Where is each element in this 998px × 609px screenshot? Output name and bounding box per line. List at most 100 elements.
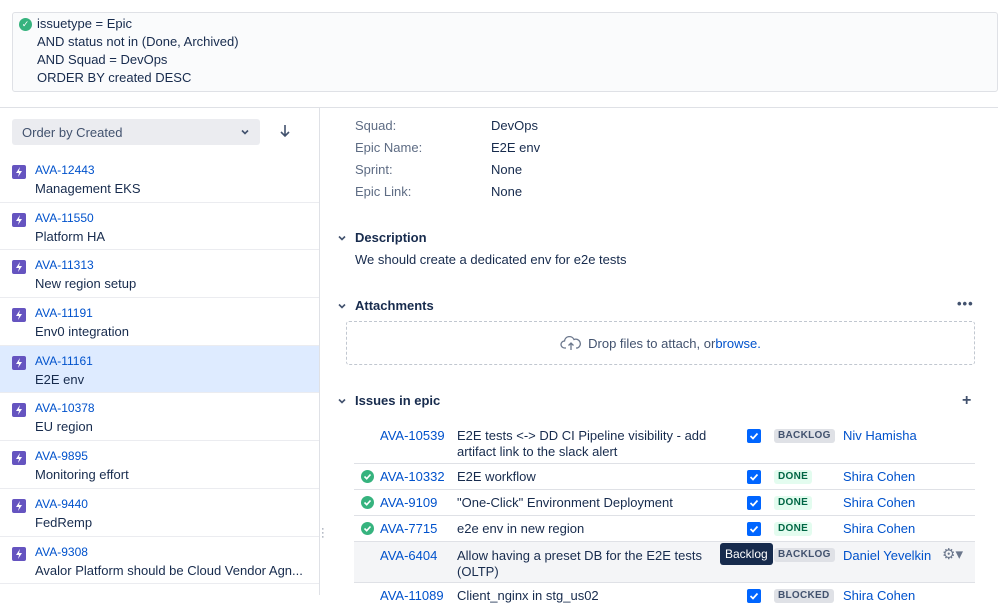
issue-summary: EU region: [35, 419, 93, 435]
issue-list-panel: Order by Created AVA-12443 Management EK…: [0, 108, 320, 595]
status-badge[interactable]: BACKLOG: [774, 429, 835, 443]
assignee-link[interactable]: Shira Cohen: [843, 469, 915, 484]
list-item[interactable]: AVA-9895 Monitoring effort: [0, 441, 319, 489]
issue-key: AVA-9308: [35, 544, 88, 559]
field-value[interactable]: None: [491, 162, 522, 177]
issue-summary: FedRemp: [35, 514, 93, 530]
add-child-issue-button[interactable]: +: [962, 393, 971, 409]
list-item-selected[interactable]: AVA-11161 E2E env: [0, 345, 319, 394]
issue-key: AVA-9440: [35, 496, 88, 511]
table-row[interactable]: AVA-11089 Client_nginx in stg_us02 BLOCK…: [354, 583, 975, 609]
epic-icon: [12, 498, 26, 513]
issue-key[interactable]: AVA-11089: [380, 588, 444, 603]
done-check-icon: [361, 522, 374, 535]
chevron-down-icon: [338, 303, 346, 309]
field-label: Squad:: [355, 118, 397, 133]
assignee-link[interactable]: Shira Cohen: [843, 495, 915, 510]
arrow-down-icon[interactable]: [278, 123, 292, 139]
section-title: Issues in epic: [355, 393, 441, 408]
description-header[interactable]: Description: [337, 230, 427, 245]
jql-query-box[interactable]: ✓ issuetype = Epic AND status not in (Do…: [12, 12, 998, 92]
issue-key[interactable]: AVA-6404: [380, 548, 437, 563]
table-row[interactable]: AVA-6404 Allow having a preset DB for th…: [354, 542, 975, 583]
field-label: Epic Name:: [355, 140, 423, 155]
table-row[interactable]: AVA-10539 E2E tests <-> DD CI Pipeline v…: [354, 421, 975, 464]
chevron-down-icon: [338, 398, 346, 404]
jql-line: AND status not in (Done, Archived): [37, 34, 239, 49]
status-badge[interactable]: DONE: [774, 496, 813, 510]
description-text[interactable]: We should create a dedicated env for e2e…: [355, 252, 626, 267]
assignee-link[interactable]: Daniel Yevelkin: [843, 548, 931, 563]
issue-key: AVA-9895: [35, 449, 88, 464]
assignee-link[interactable]: Shira Cohen: [843, 588, 915, 603]
status-badge[interactable]: DONE: [774, 470, 813, 484]
issue-key: AVA-11313: [35, 258, 94, 273]
issue-summary[interactable]: E2E workflow: [457, 469, 722, 485]
issue-key[interactable]: AVA-7715: [380, 521, 437, 536]
issue-key[interactable]: AVA-9109: [380, 495, 437, 510]
issue-detail-panel: Squad: DevOps Epic Name: E2E env Sprint:…: [321, 108, 998, 603]
issue-summary: E2E env: [35, 371, 85, 387]
issue-summary: Monitoring effort: [35, 467, 129, 483]
issue-summary: New region setup: [35, 276, 137, 292]
list-item[interactable]: AVA-9440 FedRemp: [0, 489, 319, 537]
status-tooltip: Backlog: [720, 543, 773, 565]
issue-summary: Avalor Platform should be Cloud Vendor A…: [35, 562, 303, 578]
issue-list: AVA-12443 Management EKS AVA-11550 Platf…: [0, 155, 319, 585]
epic-icon: [12, 212, 26, 227]
issue-summary: Env0 integration: [35, 324, 129, 340]
attachment-dropzone[interactable]: Drop files to attach, or browse.: [346, 321, 975, 365]
attachments-header[interactable]: Attachments: [337, 298, 434, 313]
issue-summary: Platform HA: [35, 228, 106, 244]
table-row[interactable]: AVA-10332 E2E workflow DONE Shira Cohen: [354, 464, 975, 490]
dropzone-text: Drop files to attach, or: [588, 335, 716, 351]
issue-summary: Management EKS: [35, 181, 141, 196]
status-badge[interactable]: BACKLOG: [774, 548, 835, 562]
epic-icon: [12, 260, 26, 275]
issue-key[interactable]: AVA-10539: [380, 428, 445, 443]
issues-in-epic-header[interactable]: Issues in epic: [337, 393, 440, 408]
issue-summary[interactable]: "One-Click" Environment Deployment: [457, 495, 722, 511]
chevron-down-icon: [338, 235, 346, 241]
status-badge[interactable]: BLOCKED: [774, 589, 834, 603]
task-checkbox[interactable]: [747, 589, 761, 603]
gear-icon[interactable]: ⚙▾: [942, 547, 966, 563]
list-item[interactable]: AVA-10378 EU region: [0, 393, 319, 442]
field-value[interactable]: DevOps: [491, 118, 538, 133]
list-item[interactable]: AVA-9308 Avalor Platform should be Cloud…: [0, 537, 319, 585]
issue-summary[interactable]: Client_nginx in stg_us02: [457, 588, 722, 604]
list-item[interactable]: AVA-11313 New region setup: [0, 250, 319, 299]
epic-icon: [12, 546, 26, 561]
task-checkbox[interactable]: [747, 496, 761, 510]
field-value[interactable]: E2E env: [491, 140, 540, 155]
browse-link[interactable]: browse.: [715, 336, 761, 351]
issue-summary[interactable]: e2e env in new region: [457, 521, 722, 537]
field-label: Epic Link:: [355, 184, 412, 199]
order-by-select[interactable]: Order by Created: [12, 119, 260, 145]
jql-line: AND Squad = DevOps: [37, 52, 168, 67]
field-value[interactable]: None: [491, 184, 522, 199]
table-row[interactable]: AVA-7715 e2e env in new region DONE Shir…: [354, 516, 975, 542]
epic-icon: [12, 403, 26, 418]
status-badge[interactable]: DONE: [774, 522, 813, 536]
epic-icon: [12, 165, 26, 179]
done-check-icon: [361, 470, 374, 483]
assignee-link[interactable]: Shira Cohen: [843, 521, 915, 536]
task-checkbox[interactable]: [747, 429, 761, 443]
table-row[interactable]: AVA-9109 "One-Click" Environment Deploym…: [354, 490, 975, 516]
more-options-icon[interactable]: •••: [957, 296, 974, 311]
done-check-icon: [361, 496, 374, 509]
list-item[interactable]: AVA-11191 Env0 integration: [0, 298, 319, 346]
task-checkbox[interactable]: [747, 522, 761, 536]
list-item[interactable]: AVA-11550 Platform HA: [0, 203, 319, 251]
list-item[interactable]: AVA-12443 Management EKS: [0, 155, 319, 203]
task-checkbox[interactable]: [747, 470, 761, 484]
epic-icon: [12, 355, 26, 370]
issue-key[interactable]: AVA-10332: [380, 469, 445, 484]
epic-icon: [12, 308, 26, 323]
issue-summary[interactable]: E2E tests <-> DD CI Pipeline visibility …: [457, 428, 722, 460]
issue-summary[interactable]: Allow having a preset DB for the E2E tes…: [457, 548, 722, 580]
assignee-link[interactable]: Niv Hamisha: [843, 428, 917, 443]
section-title: Description: [355, 230, 427, 245]
epic-icon: [12, 451, 26, 466]
